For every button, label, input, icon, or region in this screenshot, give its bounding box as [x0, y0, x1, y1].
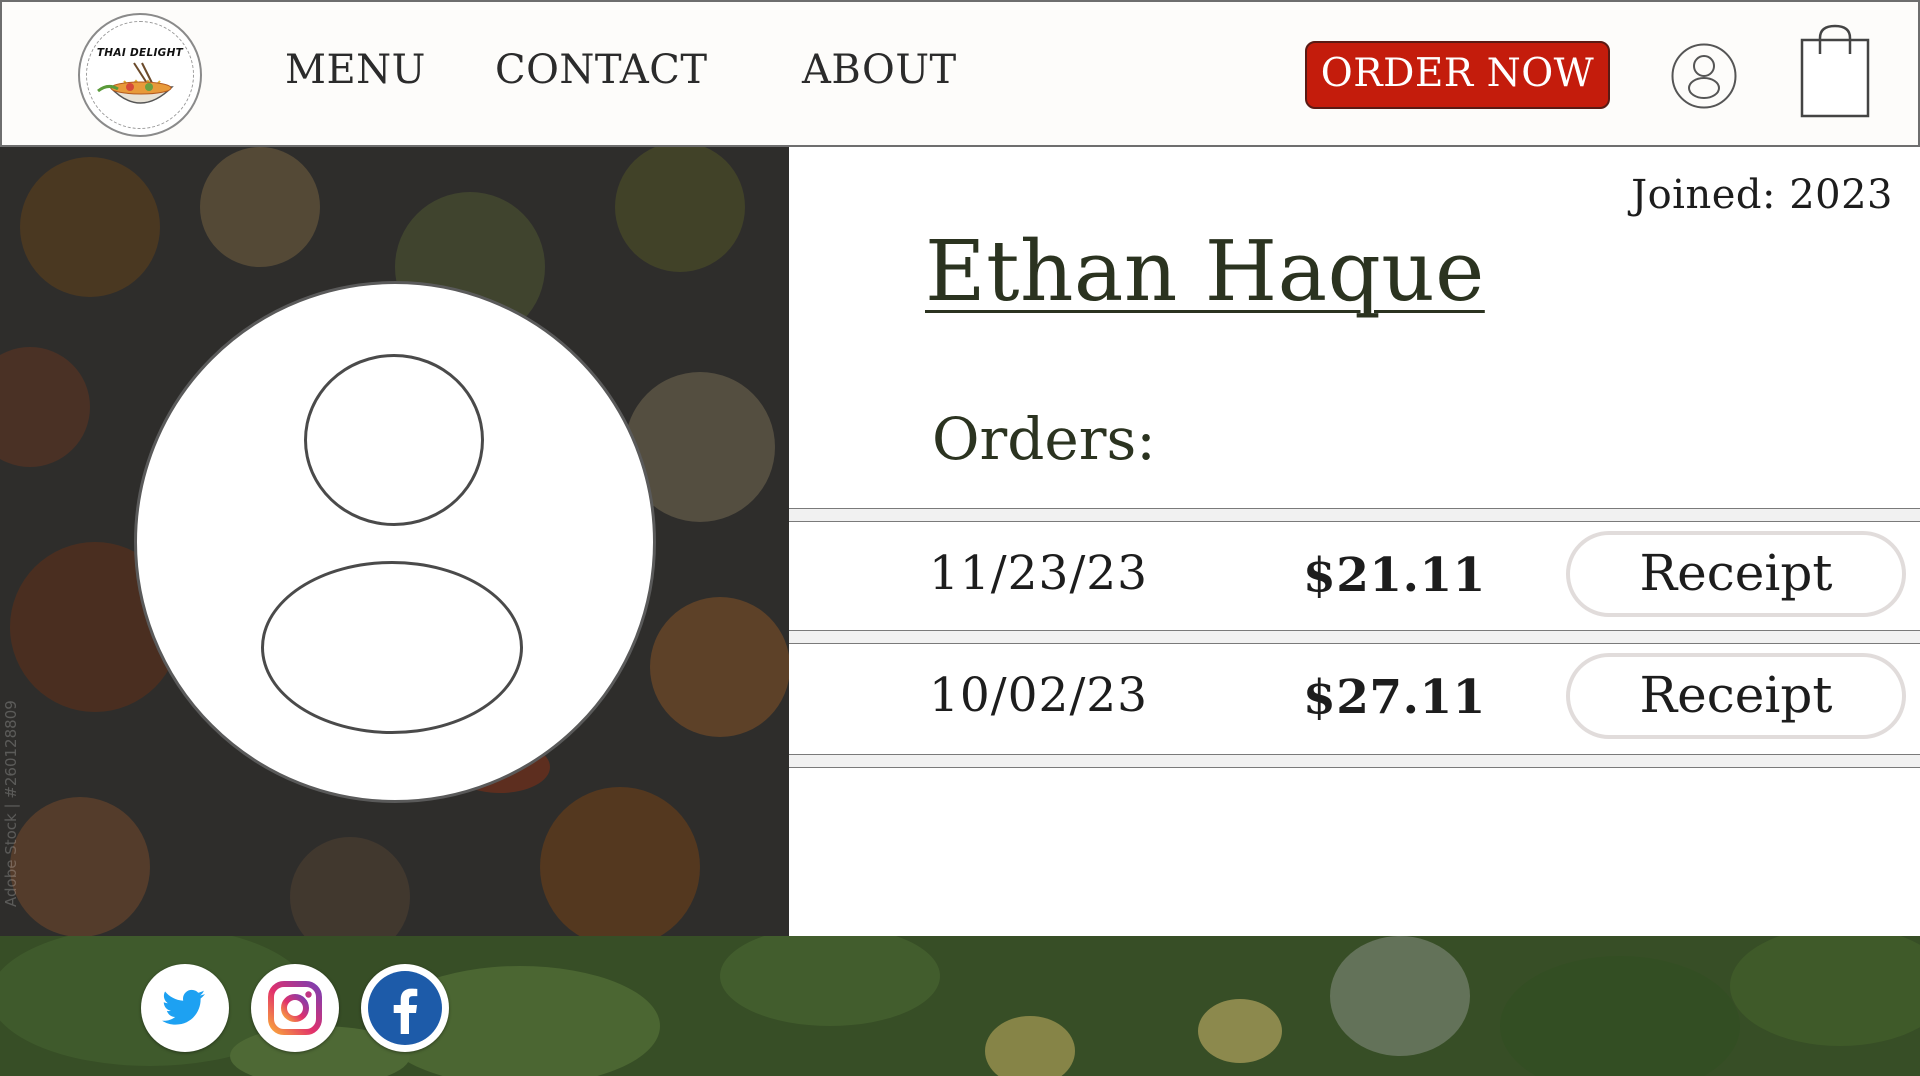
order-amount: $27.11	[1303, 670, 1486, 725]
order-divider	[789, 754, 1920, 768]
instagram-icon	[268, 981, 322, 1035]
receipt-button[interactable]: Receipt	[1566, 653, 1906, 739]
nav-contact-link[interactable]: CONTACT	[495, 46, 708, 94]
instagram-link[interactable]	[251, 964, 339, 1052]
orders-heading: Orders:	[932, 405, 1156, 473]
twitter-link[interactable]	[141, 964, 229, 1052]
nav-about-link[interactable]: ABOUT	[802, 46, 957, 94]
order-row: 10/02/23 $27.11 Receipt	[789, 644, 1920, 752]
receipt-button[interactable]: Receipt	[1566, 531, 1906, 617]
facebook-link[interactable]	[361, 964, 449, 1052]
twitter-icon	[162, 989, 205, 1025]
nav-menu-link[interactable]: MENU	[285, 46, 426, 94]
order-divider	[789, 508, 1920, 522]
facebook-icon	[368, 971, 442, 1045]
noodle-bowl-icon	[97, 62, 174, 104]
avatar-head-shape	[304, 354, 484, 526]
joined-date: Joined: 2023	[1631, 172, 1893, 218]
order-date: 11/23/23	[929, 546, 1149, 601]
profile-name: Ethan Haque	[925, 223, 1485, 320]
avatar-body-shape	[261, 561, 523, 734]
site-header: THAI DELIGHT MENU CONTACT ABOUT ORDER NO…	[0, 0, 1920, 147]
logo-text: THAI DELIGHT	[96, 47, 184, 59]
order-divider	[789, 630, 1920, 644]
user-icon[interactable]	[1671, 43, 1737, 109]
order-now-button[interactable]: ORDER NOW	[1305, 41, 1610, 109]
order-row: 11/23/23 $21.11 Receipt	[789, 522, 1920, 630]
order-date: 10/02/23	[929, 668, 1149, 723]
shopping-bag-icon[interactable]	[1800, 24, 1870, 118]
stock-watermark: Adobe Stock | #260128809	[2, 700, 20, 907]
logo[interactable]: THAI DELIGHT	[78, 13, 202, 137]
order-amount: $21.11	[1303, 548, 1486, 603]
profile-avatar	[134, 281, 656, 803]
